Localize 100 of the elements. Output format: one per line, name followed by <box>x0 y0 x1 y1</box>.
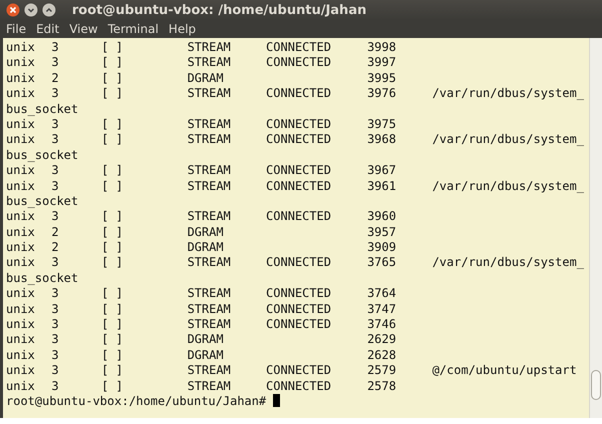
output-text: [ ] <box>101 378 124 393</box>
output-text: STREAM <box>187 132 231 146</box>
scrollbar-thumb[interactable] <box>591 370 601 400</box>
window-title: root@ubuntu-vbox: /home/ubuntu/Jahan <box>72 2 366 18</box>
output-text: 3967 <box>367 163 396 178</box>
output-text: STREAM <box>187 286 231 300</box>
output-text: 3 <box>52 178 59 193</box>
output-text: 3 <box>52 255 59 270</box>
output-text: 3960 <box>367 209 396 224</box>
menu-item[interactable]: File <box>4 22 28 36</box>
output-text: STREAM <box>187 302 231 316</box>
output-text: [ ] <box>101 240 124 254</box>
output-text: DGRAM <box>187 348 224 362</box>
output-text: @/com/ubuntu/upstart <box>432 363 577 379</box>
output-text: [ ] <box>101 55 124 70</box>
output-text: [ ] <box>101 86 124 100</box>
menu-item[interactable]: Help <box>166 22 198 36</box>
menu-item[interactable]: View <box>67 22 100 36</box>
output-text: 3 <box>52 332 59 346</box>
output-text: CONNECTED <box>266 132 332 146</box>
output-text: unix <box>6 286 35 300</box>
output-text: unix <box>6 240 35 254</box>
output-text: 3 <box>52 163 59 178</box>
close-icon[interactable] <box>6 3 20 17</box>
output-text: 3 <box>52 40 59 54</box>
output-text: 3 <box>52 132 59 146</box>
output-text: unix <box>6 255 35 270</box>
output-text: [ ] <box>101 224 124 239</box>
output-text: [ ] <box>101 302 124 316</box>
output-text: unix <box>6 363 35 378</box>
output-text: unix <box>6 40 35 54</box>
output-text: /var/run/dbus/system_ <box>432 132 584 148</box>
output-text: /var/run/dbus/system_ <box>432 255 584 271</box>
output-text: [ ] <box>101 132 124 146</box>
output-text: [ ] <box>101 348 124 362</box>
output-text: STREAM <box>187 86 231 100</box>
output-text: [ ] <box>101 286 124 300</box>
output-text: 3 <box>52 286 59 300</box>
output-text: [ ] <box>101 317 124 332</box>
output-text: CONNECTED <box>266 255 332 270</box>
output-text: 2578 <box>367 378 396 393</box>
output-text: STREAM <box>187 163 231 178</box>
output-text: STREAM <box>187 378 231 393</box>
output-text: 3765 <box>367 255 396 270</box>
output-text: 2 <box>52 70 59 85</box>
output-text: 3 <box>52 317 59 332</box>
output-text: 3 <box>52 363 59 378</box>
output-text: DGRAM <box>187 332 224 346</box>
output-text: 3976 <box>367 86 396 100</box>
output-text: unix <box>6 209 35 224</box>
output-text: unix <box>6 224 35 239</box>
output-text: 3 <box>52 116 59 131</box>
output-text: bus_socket <box>6 194 78 210</box>
output-text: [ ] <box>101 209 124 224</box>
output-text: 3 <box>52 55 59 70</box>
output-text: 3998 <box>367 40 396 54</box>
output-text: unix <box>6 178 35 193</box>
output-text: unix <box>6 55 35 70</box>
output-text: STREAM <box>187 178 231 193</box>
output-text: 2 <box>52 240 59 254</box>
output-text: 3 <box>52 348 59 362</box>
output-text: CONNECTED <box>266 286 332 300</box>
output-text: bus_socket <box>6 102 78 117</box>
output-text: unix <box>6 348 35 362</box>
output-text: CONNECTED <box>266 302 332 316</box>
output-text: STREAM <box>187 317 231 332</box>
output-text: unix <box>6 70 35 85</box>
minimize-icon[interactable] <box>24 3 38 17</box>
output-text: CONNECTED <box>266 163 332 178</box>
menu-item[interactable]: Edit <box>34 22 62 36</box>
output-text: STREAM <box>187 55 231 70</box>
output-text: unix <box>6 132 35 146</box>
output-text: unix <box>6 378 35 393</box>
output-text: unix <box>6 302 35 316</box>
maximize-icon[interactable] <box>42 3 56 17</box>
output-text: STREAM <box>187 363 231 378</box>
output-text: bus_socket <box>6 270 78 286</box>
output-text: unix <box>6 163 35 178</box>
output-text: STREAM <box>187 255 231 270</box>
output-text: unix <box>6 332 35 346</box>
output-text: 3997 <box>367 55 396 70</box>
output-text: 2629 <box>367 332 396 346</box>
output-text: CONNECTED <box>266 178 332 193</box>
output-text: 3961 <box>367 178 396 193</box>
output-text: 3909 <box>367 240 396 254</box>
output-text: DGRAM <box>187 70 224 85</box>
output-text: [ ] <box>101 332 124 346</box>
output-text: 3975 <box>367 116 396 131</box>
output-text: DGRAM <box>187 240 224 254</box>
scrollbar[interactable] <box>589 38 602 418</box>
output-text: [ ] <box>101 40 124 54</box>
output-text: [ ] <box>101 163 124 178</box>
output-text: CONNECTED <box>266 116 332 131</box>
cursor <box>273 394 280 407</box>
output-text: 2 <box>52 224 59 239</box>
output-text: [ ] <box>101 70 124 85</box>
output-text: 3957 <box>367 224 396 239</box>
menu-item[interactable]: Terminal <box>106 22 161 36</box>
output-text: CONNECTED <box>266 363 332 378</box>
output-text: [ ] <box>101 116 124 131</box>
